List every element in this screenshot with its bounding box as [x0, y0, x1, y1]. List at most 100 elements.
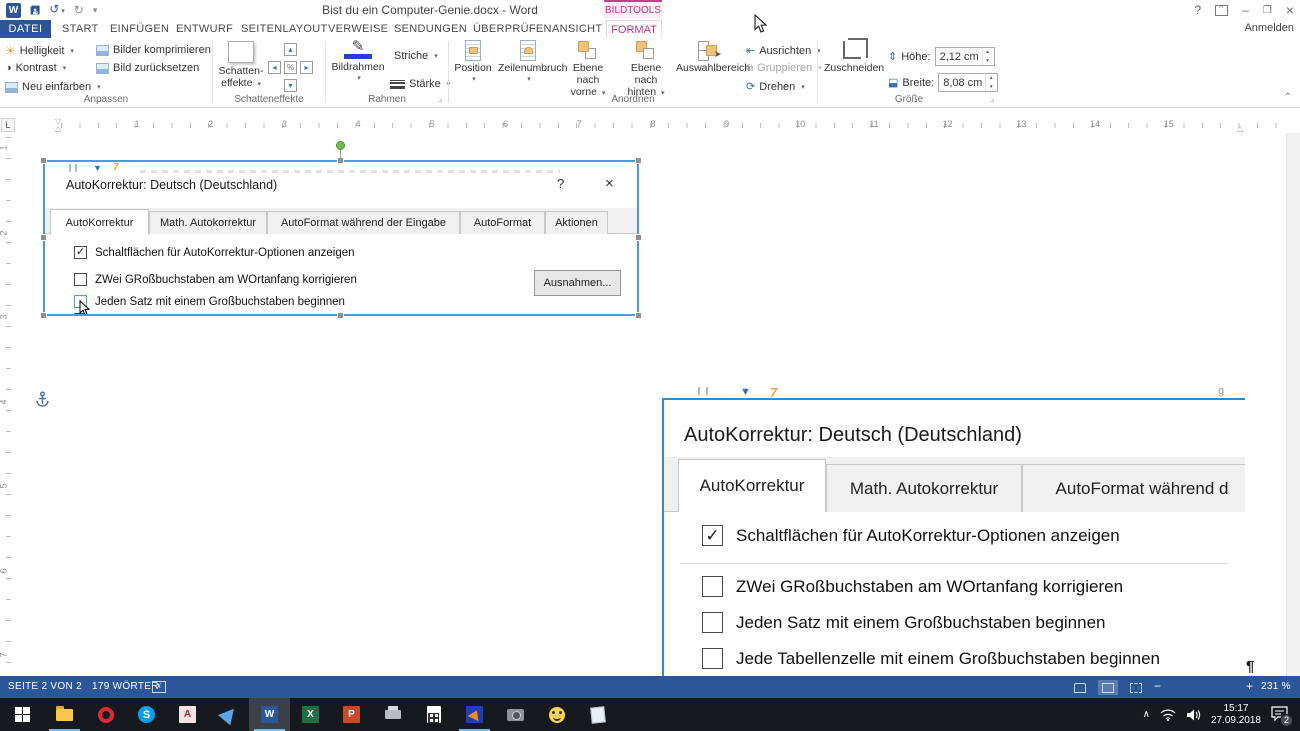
align-button[interactable]: ⇤Ausrichten▾: [746, 44, 821, 57]
compress-pictures-button[interactable]: Bilder komprimieren: [96, 44, 211, 56]
hanging-indent-marker[interactable]: △: [55, 124, 61, 133]
resize-handle-mid-left[interactable]: [40, 234, 47, 241]
powerpoint-button[interactable]: P: [331, 698, 372, 731]
rotation-handle[interactable]: [336, 141, 345, 150]
tray-clock[interactable]: 15:17 27.09.2018: [1211, 703, 1261, 727]
blue-arrow-app-button[interactable]: [208, 698, 249, 731]
camera-app-button[interactable]: [495, 698, 536, 731]
crop-button[interactable]: Zuschneiden: [824, 41, 880, 74]
redo-icon[interactable]: ↻: [74, 3, 84, 18]
brightness-button[interactable]: ☀Helligkeit▾: [5, 44, 74, 58]
tab-start[interactable]: START: [62, 20, 99, 38]
height-spinner[interactable]: ▲▼: [982, 48, 993, 65]
collapse-ribbon-icon[interactable]: ⌃: [1284, 92, 1292, 103]
tab-stop-selector[interactable]: L: [1, 118, 15, 132]
resize-handle-bottom-center[interactable]: [337, 312, 344, 319]
tab-verweise[interactable]: VERWEISE: [328, 20, 388, 38]
wifi-icon[interactable]: [1160, 709, 1176, 721]
undo-icon[interactable]: ↺▾: [49, 2, 65, 19]
red-a-app-button[interactable]: A: [167, 698, 208, 731]
tab-einfuegen[interactable]: EINFÜGEN: [110, 20, 169, 38]
document-page[interactable]: ▼ 7 AutoKorrektur: Deutsch (Deutschland)…: [0, 133, 1300, 676]
ribbon-display-options-icon[interactable]: [1215, 5, 1228, 16]
excel-button[interactable]: X: [290, 698, 331, 731]
action-center-button[interactable]: 2: [1271, 706, 1288, 724]
width-input[interactable]: 8,08 cm▲▼: [938, 73, 998, 92]
shadow-toggle-button[interactable]: %: [284, 61, 297, 74]
tab-entwurf[interactable]: ENTWURF: [176, 20, 233, 38]
word-count[interactable]: 179 WÖRTER: [92, 681, 159, 692]
rotate-button[interactable]: ⟳Drehen▾: [746, 80, 805, 93]
tab-ueberpruefen[interactable]: ÜBERPRÜFEN: [473, 20, 552, 38]
print-layout-icon[interactable]: [1098, 680, 1118, 695]
inserted-screenshot-small[interactable]: ▼ 7 AutoKorrektur: Deutsch (Deutschland)…: [43, 160, 639, 316]
tab-format-active[interactable]: FORMAT: [606, 20, 662, 38]
file-explorer-button[interactable]: [44, 698, 85, 731]
shadow-nudge-right-button[interactable]: ▸: [300, 61, 313, 74]
word-button[interactable]: W: [249, 698, 290, 731]
height-input[interactable]: 2,12 cm▲▼: [935, 47, 995, 66]
zoom-out-button[interactable]: −: [1154, 679, 1161, 693]
reset-picture-button[interactable]: Bild zurücksetzen: [96, 62, 199, 74]
opera-button[interactable]: [85, 698, 126, 731]
calculator-button[interactable]: [413, 698, 454, 731]
crop-icon: [843, 41, 861, 59]
width-field-row: ⬓ Breite: 8,08 cm▲▼: [888, 73, 998, 92]
shadow-nudge-left-button[interactable]: ◂: [268, 61, 281, 74]
close-icon[interactable]: ×: [1286, 2, 1294, 18]
resize-handle-mid-right[interactable]: [635, 234, 642, 241]
shadow-effects-button[interactable]: Schatten- effekte ▾: [217, 41, 265, 91]
read-mode-icon[interactable]: [1070, 680, 1090, 695]
page-indicator[interactable]: SEITE 2 VON 2: [8, 681, 82, 692]
vertical-scrollbar[interactable]: [1286, 133, 1300, 676]
right-indent-marker[interactable]: △: [1237, 124, 1243, 133]
picture-border-button[interactable]: ✎ Bildrahmen ▾: [330, 41, 386, 85]
dialog-launcher-rahmen[interactable]: ⌟: [438, 93, 442, 104]
resize-handle-top-left[interactable]: [40, 157, 47, 164]
tab-sendungen[interactable]: SENDUNGEN: [394, 20, 467, 38]
weight-button[interactable]: Stärke▾: [390, 78, 450, 90]
send-backward-button[interactable]: Ebene nachhinten ▾: [618, 40, 674, 100]
notes-app-button[interactable]: [577, 698, 618, 731]
sign-in-link[interactable]: Anmelden: [1244, 22, 1294, 34]
shadow-nudge-up-button[interactable]: ▴: [284, 43, 297, 56]
recolor-button[interactable]: Neu einfärben▾: [5, 81, 101, 93]
zoom-in-button[interactable]: +: [1246, 679, 1253, 693]
skype-button[interactable]: S: [126, 698, 167, 731]
printer-button[interactable]: [372, 698, 413, 731]
dialog-tab-autoformat: AutoFormat: [460, 211, 545, 234]
minimize-icon[interactable]: –: [1242, 3, 1249, 17]
customize-qat-icon[interactable]: ▾: [93, 3, 98, 18]
web-layout-icon[interactable]: [1126, 680, 1146, 695]
resize-handle-top-right[interactable]: [635, 157, 642, 164]
checkbox-unchecked: [702, 648, 723, 669]
wrap-text-button[interactable]: Zeilenumbruch▾: [498, 40, 558, 86]
tab-ansicht[interactable]: ANSICHT: [552, 20, 602, 38]
irfanview-button[interactable]: [454, 698, 495, 731]
tab-seitenlayout[interactable]: SEITENLAYOUT: [241, 20, 328, 38]
inserted-screenshot-large[interactable]: ▼ 7 g AutoKorrektur: Deutsch (Deutschlan…: [662, 385, 1245, 676]
tab-datei[interactable]: DATEI: [0, 20, 51, 38]
help-icon[interactable]: ?: [1194, 3, 1201, 17]
zoom-level[interactable]: 231 %: [1261, 681, 1291, 692]
horizontal-ruler[interactable]: L ▽ △ △ 123456789101112131415: [0, 118, 1300, 133]
position-button[interactable]: Position▾: [450, 40, 496, 86]
system-tray: ∧ 15:17 27.09.2018 2: [1143, 698, 1296, 731]
dialog-launcher-groesse[interactable]: ⌟: [990, 93, 994, 104]
speaker-icon[interactable]: [1186, 709, 1201, 721]
smiley-app-button[interactable]: [536, 698, 577, 731]
restore-icon[interactable]: ❐: [1263, 5, 1272, 16]
shadow-nudge-down-button[interactable]: ▾: [284, 79, 297, 92]
dashes-button[interactable]: Striche▾: [390, 50, 438, 62]
save-icon[interactable]: 🖪: [30, 3, 40, 18]
start-button[interactable]: [0, 698, 44, 731]
proofing-status-icon[interactable]: ✗: [152, 681, 166, 693]
contrast-button[interactable]: ◑Kontrast▾: [5, 62, 66, 74]
bring-forward-button[interactable]: Ebene nachvorne ▾: [560, 40, 616, 100]
selection-pane-button[interactable]: ➤ Auswahlbereich: [676, 40, 742, 74]
tray-expand-icon[interactable]: ∧: [1143, 709, 1150, 720]
resize-handle-bottom-right[interactable]: [635, 312, 642, 319]
width-spinner[interactable]: ▲▼: [985, 74, 996, 91]
group-button[interactable]: ⧉Gruppieren▾: [746, 62, 822, 74]
resize-handle-bottom-left[interactable]: [40, 312, 47, 319]
